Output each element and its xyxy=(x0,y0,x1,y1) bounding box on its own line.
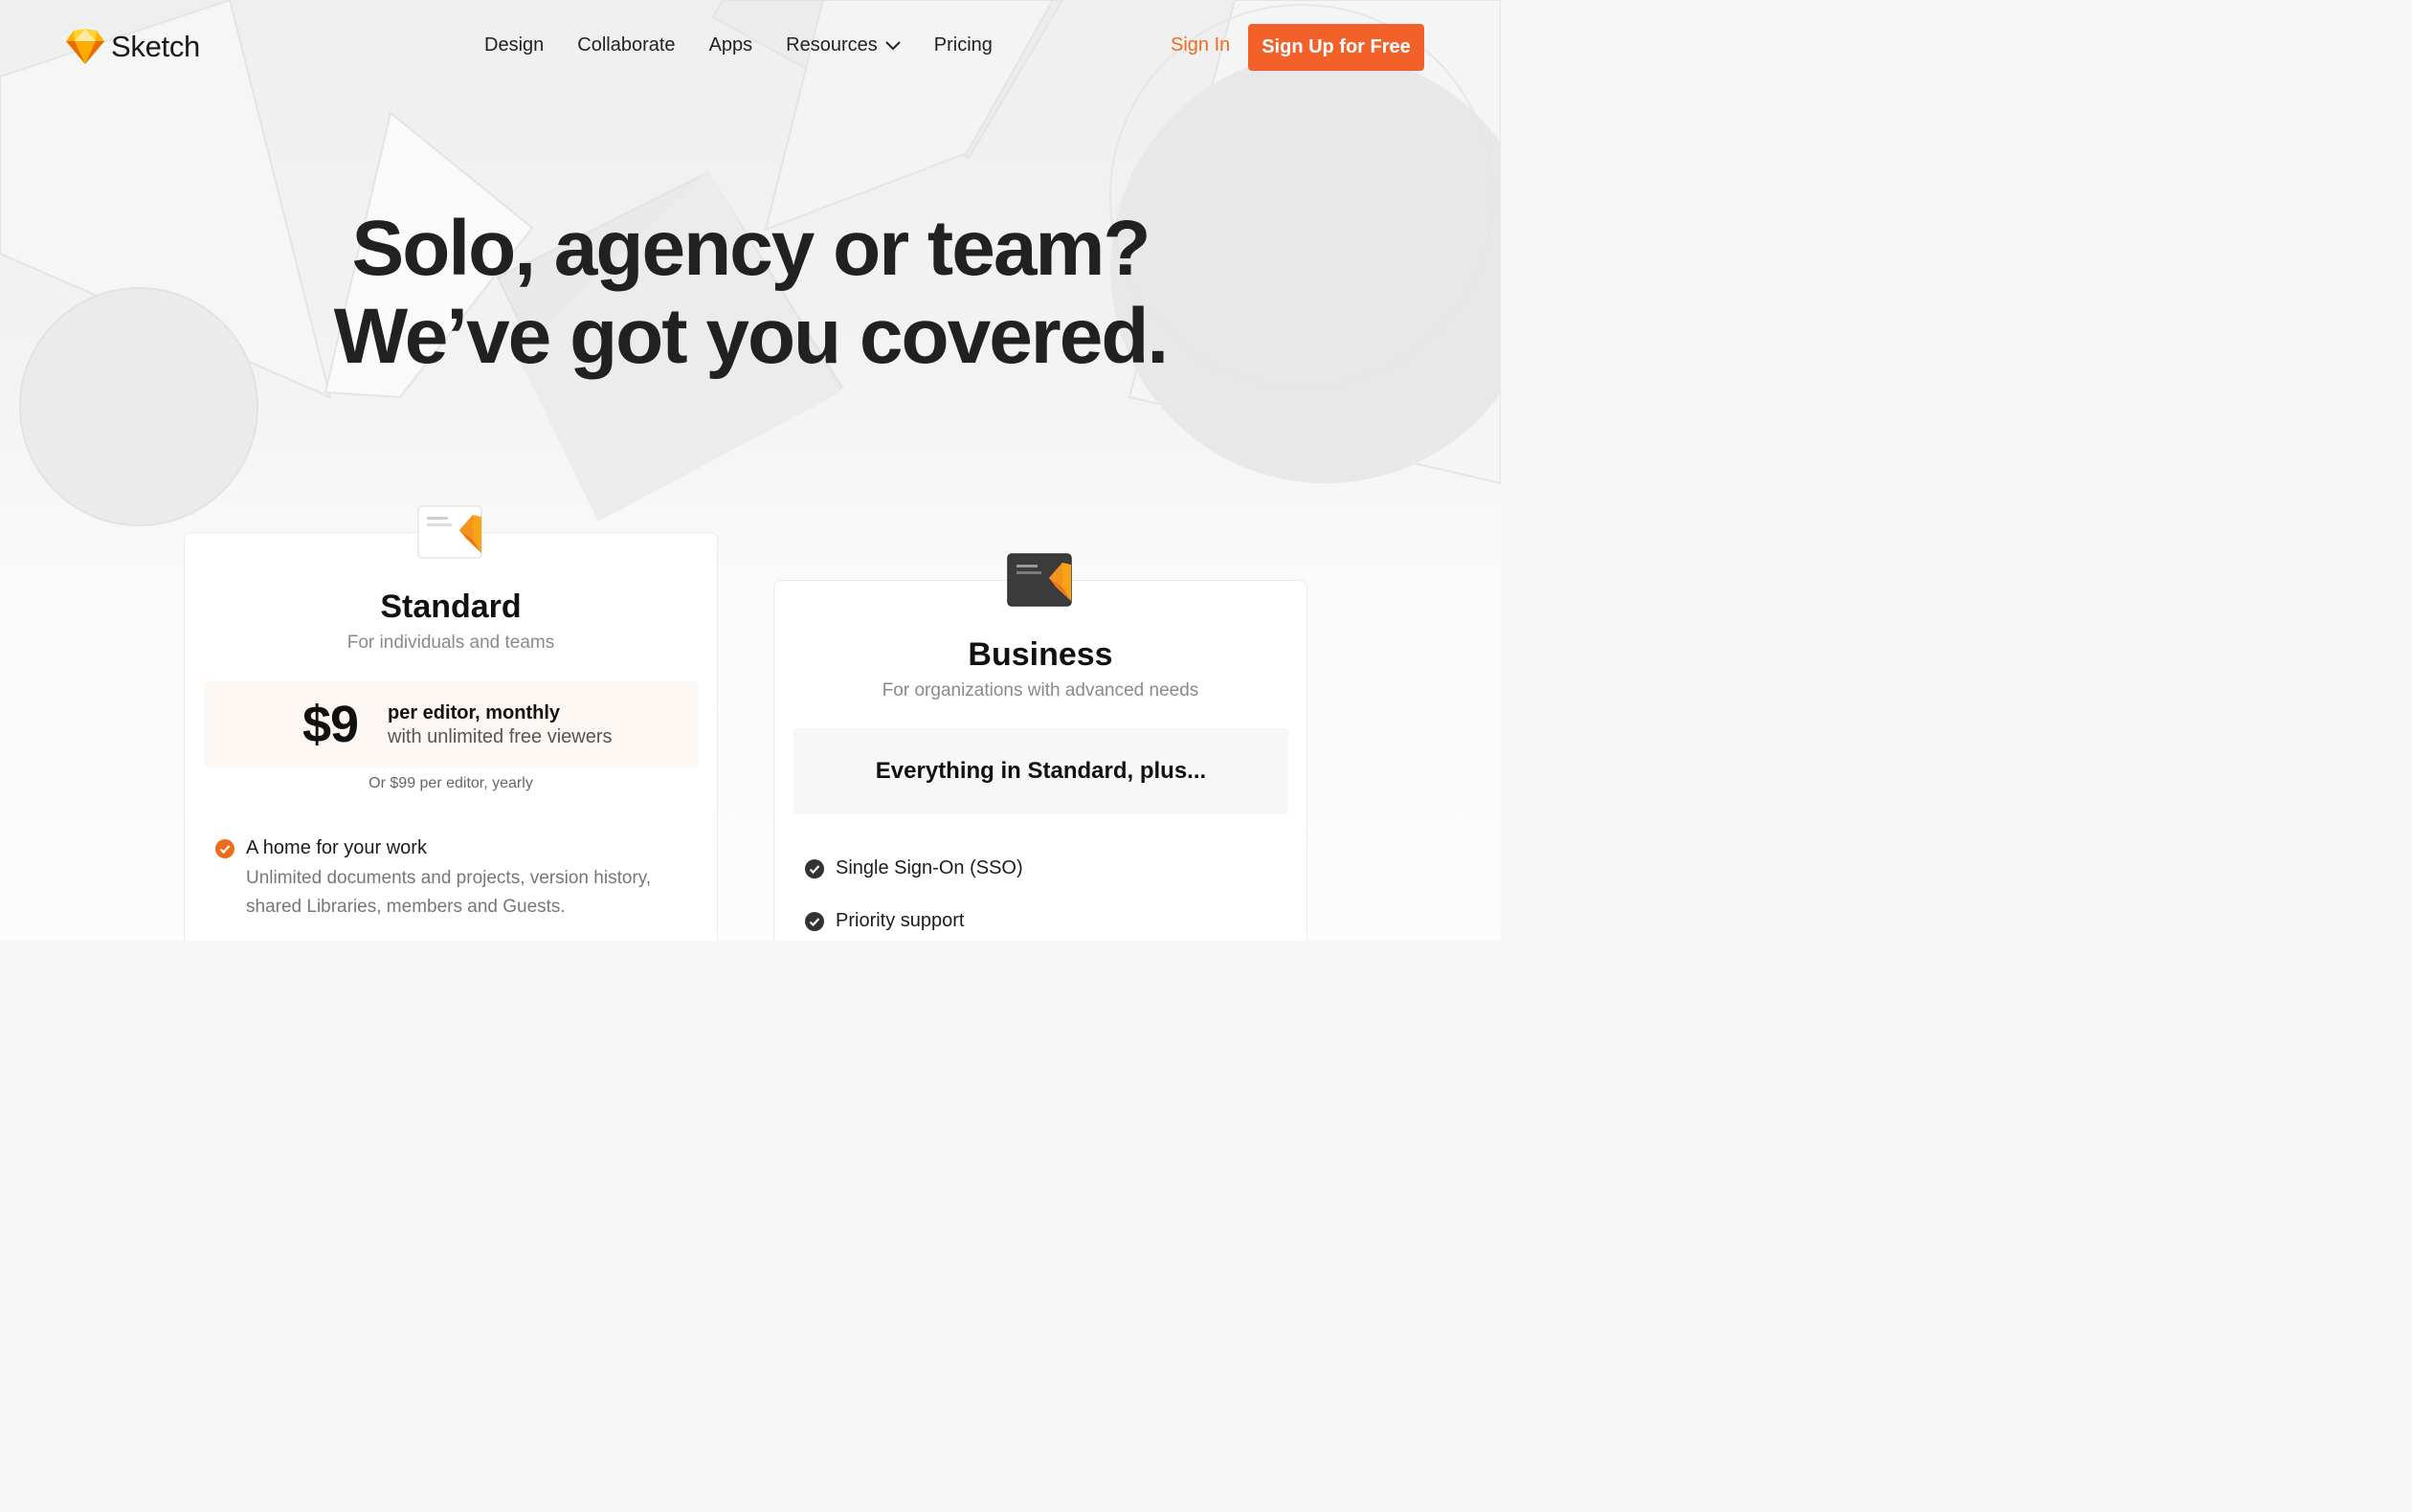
feature-item: A home for your work Unlimited documents… xyxy=(215,837,694,923)
business-plan-icon xyxy=(1007,553,1072,607)
price-note: with unlimited free viewers xyxy=(388,726,613,747)
plan-subtitle: For organizations with advanced needs xyxy=(882,680,1199,700)
plan-name: Business xyxy=(968,636,1113,673)
sign-up-button[interactable]: Sign Up for Free xyxy=(1248,24,1424,71)
nav-pricing[interactable]: Pricing xyxy=(934,34,993,56)
chevron-down-icon xyxy=(885,40,901,50)
nav-apps[interactable]: Apps xyxy=(709,34,753,56)
nav-resources[interactable]: Resources xyxy=(786,34,901,56)
nav-collaborate[interactable]: Collaborate xyxy=(577,34,675,56)
sign-in-link[interactable]: Sign In xyxy=(1171,34,1230,56)
price-amount: $9 xyxy=(302,696,359,753)
logo-text: Sketch xyxy=(111,30,200,63)
feature-title: Single Sign-On (SSO) xyxy=(836,857,1023,878)
yearly-price: Or $99 per editor, yearly xyxy=(368,775,533,791)
plus-box: Everything in Standard, plus... xyxy=(793,728,1288,814)
check-icon xyxy=(215,839,234,858)
sketch-diamond-icon xyxy=(66,29,104,64)
feature-title: A home for your work xyxy=(246,837,427,858)
hero-line-1: Solo, agency or team? xyxy=(351,205,1151,292)
hero-heading: Solo, agency or team? We’ve got you cove… xyxy=(0,205,1501,381)
feature-item: Priority support xyxy=(805,910,1188,935)
check-icon xyxy=(805,859,824,878)
hero-line-2: We’ve got you covered. xyxy=(333,293,1169,380)
business-plan-card: Business For organizations with advanced… xyxy=(773,580,1307,941)
feature-title: Priority support xyxy=(836,910,965,931)
logo[interactable]: Sketch xyxy=(65,29,200,65)
site-header: Sketch Design Collaborate Apps Resources… xyxy=(0,0,1501,96)
feature-item: Single Sign-On (SSO) xyxy=(805,857,1188,882)
price-box: $9 per editor, monthly with unlimited fr… xyxy=(204,681,699,767)
nav-resources-label: Resources xyxy=(786,34,878,56)
standard-plan-card: Standard For individuals and teams $9 pe… xyxy=(184,532,718,941)
plan-name: Standard xyxy=(380,589,522,625)
standard-plan-icon xyxy=(417,505,482,559)
feature-description: Unlimited documents and projects, versio… xyxy=(246,868,652,917)
pricing-page: Sketch Design Collaborate Apps Resources… xyxy=(0,0,1501,941)
plan-subtitle: For individuals and teams xyxy=(346,633,555,653)
nav-design[interactable]: Design xyxy=(484,34,544,56)
main-nav: Design Collaborate Apps Resources Pricin… xyxy=(484,34,1026,56)
check-icon xyxy=(805,912,824,931)
price-period: per editor, monthly xyxy=(388,702,561,723)
